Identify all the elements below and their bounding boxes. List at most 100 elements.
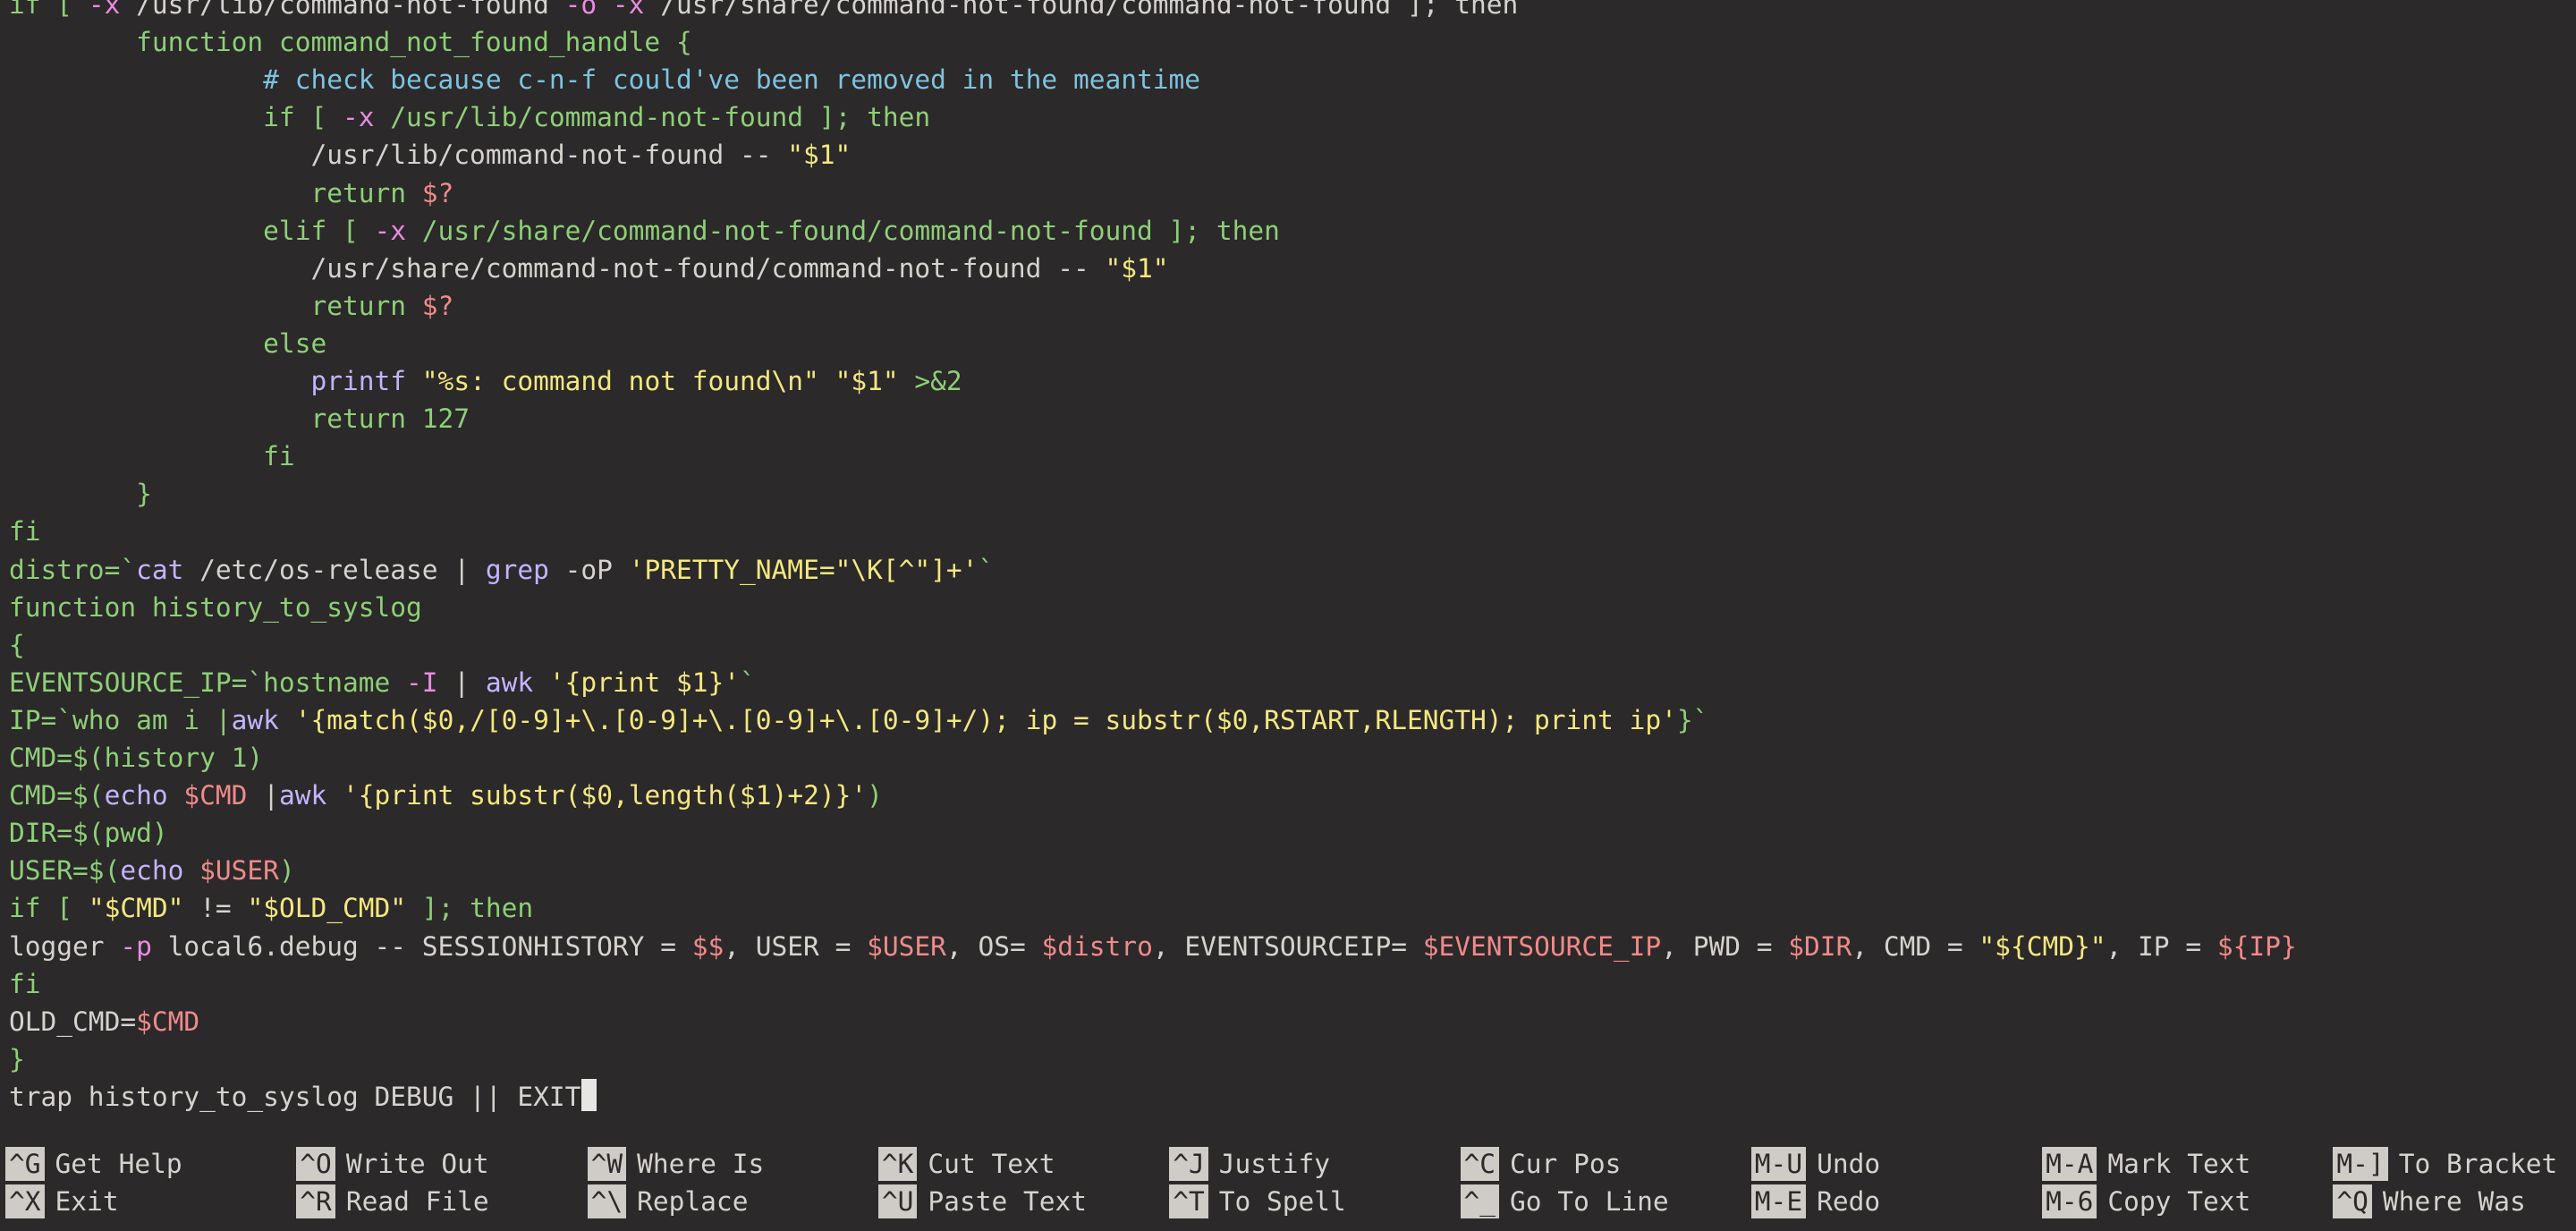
shortcut-item[interactable]: ^U Paste Text xyxy=(873,1183,1087,1220)
code-token: local6.debug -- SESSIONHISTORY = xyxy=(151,930,692,962)
shortcut-label: Mark Text xyxy=(2107,1149,2251,1179)
code-line[interactable]: return $? xyxy=(9,287,453,325)
code-token: if [ xyxy=(9,102,343,133)
shortcut-key: ^C xyxy=(1460,1147,1500,1181)
code-line[interactable]: function history_to_syslog xyxy=(9,589,422,626)
code-token: OLD_CMD= xyxy=(9,1006,137,1037)
code-line[interactable]: fi xyxy=(9,965,41,1003)
code-line[interactable]: function command_not_found_handle { xyxy=(9,23,692,61)
code-token: , OS= xyxy=(945,930,1042,962)
shortcut-label: Redo xyxy=(1817,1186,1881,1217)
shortcut-key: ^_ xyxy=(1460,1184,1500,1218)
code-line[interactable]: fi xyxy=(9,437,295,475)
shortcut-item[interactable]: ^T To Spell xyxy=(1164,1183,1346,1220)
code-token: , IP = xyxy=(2106,930,2217,962)
code-line[interactable]: DIR=$(pwd) xyxy=(9,814,168,852)
shortcut-item[interactable]: ^J Justify xyxy=(1164,1145,1330,1183)
code-token: logger xyxy=(9,930,121,962)
code-line[interactable]: { xyxy=(9,626,25,664)
code-line[interactable]: CMD=$(echo $CMD |awk '{print substr($0,l… xyxy=(9,777,883,814)
code-line[interactable]: USER=$(echo $USER) xyxy=(9,852,295,889)
code-line[interactable]: if [ -x /usr/lib/command-not-found ]; th… xyxy=(9,98,930,136)
shortcut-item[interactable]: ^K Cut Text xyxy=(873,1145,1055,1183)
code-token: grep xyxy=(485,554,549,585)
code-line[interactable]: logger -p local6.debug -- SESSIONHISTORY… xyxy=(9,928,2297,965)
code-line[interactable]: return $? xyxy=(9,174,453,212)
code-token: fi xyxy=(9,441,295,472)
editor-text-area[interactable]: if [ -x /usr/lib/command-not-found -o -x… xyxy=(0,0,2576,1118)
code-token: "$1" xyxy=(1105,252,1169,284)
code-token: '{match($0,/[0-9]+\.[0-9]+\.[0-9]+\.[0-9… xyxy=(294,704,1677,735)
code-token: /usr/lib/command-not-found -- xyxy=(9,140,788,171)
code-line[interactable]: } xyxy=(9,475,152,513)
shortcut-bar: ^G Get Help ^X Exit ^O Write Out ^R Read File ^W… xyxy=(0,1145,2576,1224)
code-token: USER=$( xyxy=(9,855,121,887)
code-line[interactable]: distro=`cat /etc/os-release | grep -oP '… xyxy=(9,551,994,589)
shortcut-item[interactable]: M-U Undo xyxy=(1746,1145,1880,1183)
code-token: if [ xyxy=(9,0,89,20)
shortcut-key: ^O xyxy=(296,1147,335,1181)
shortcut-item[interactable]: ^Q Where Was xyxy=(2327,1183,2526,1220)
code-line[interactable]: /usr/lib/command-not-found -- "$1" xyxy=(9,136,851,174)
code-token: return xyxy=(9,290,422,321)
shortcut-key: M-U xyxy=(1750,1147,1807,1181)
code-line[interactable]: IP=`who am i |awk '{match($0,/[0-9]+\.[0… xyxy=(9,701,1708,739)
code-token: CMD=$( xyxy=(9,780,105,811)
shortcut-item[interactable]: ^_ Go To Line xyxy=(1455,1183,1669,1220)
code-line[interactable]: CMD=$(history 1) xyxy=(9,739,263,777)
shortcut-item[interactable]: ^G Get Help xyxy=(0,1145,182,1183)
shortcut-item[interactable]: ^R Read File xyxy=(291,1183,489,1220)
code-token: "$1" xyxy=(787,140,852,171)
code-token: awk xyxy=(278,780,327,811)
shortcut-label: Copy Text xyxy=(2107,1186,2251,1217)
code-token: /usr/lib/command-not-found ]; then xyxy=(374,102,931,133)
shortcut-item[interactable]: M-A Mark Text xyxy=(2037,1145,2250,1183)
shortcut-label: Justify xyxy=(1218,1149,1331,1179)
code-line[interactable]: /usr/share/command-not-found/command-not… xyxy=(9,250,1169,287)
shortcut-item[interactable]: ^X Exit xyxy=(0,1183,119,1220)
shortcut-item[interactable]: ^\ Replace xyxy=(582,1183,748,1220)
code-line[interactable]: printf "%s: command not found\n" "$1" >&… xyxy=(9,362,962,400)
shortcut-label: Go To Line xyxy=(1510,1186,1669,1217)
code-token: ) xyxy=(867,780,883,811)
code-token: -x xyxy=(374,215,407,246)
code-token: , CMD = xyxy=(1852,930,1979,962)
code-token: return xyxy=(9,177,422,208)
code-line[interactable]: OLD_CMD=$CMD xyxy=(9,1003,199,1040)
code-token: if [ xyxy=(9,893,89,924)
code-token: printf xyxy=(310,366,407,396)
code-line[interactable]: elif [ -x /usr/share/command-not-found/c… xyxy=(9,212,1280,250)
code-token: >&2 xyxy=(914,366,962,396)
shortcut-item[interactable]: ^W Where Is xyxy=(582,1145,764,1183)
shortcut-item[interactable]: ^C Cur Pos xyxy=(1455,1145,1621,1183)
code-token: $DIR xyxy=(1788,930,1852,962)
shortcut-item[interactable]: M-E Redo xyxy=(1746,1183,1880,1220)
code-line[interactable]: # check because c-n-f could've been remo… xyxy=(9,61,1200,98)
shortcut-item[interactable]: M-] To Bracket xyxy=(2327,1145,2557,1183)
code-line[interactable]: else xyxy=(9,325,326,362)
code-line[interactable]: fi xyxy=(9,513,41,550)
shortcut-label: Cut Text xyxy=(928,1149,1055,1179)
shortcut-item[interactable]: M-6 Copy Text xyxy=(2037,1183,2250,1220)
code-token: | xyxy=(247,780,279,811)
code-token: -oP xyxy=(548,554,629,585)
code-line[interactable]: trap history_to_syslog DEBUG || EXIT xyxy=(9,1078,597,1116)
code-token: cat xyxy=(136,554,184,585)
code-token: $? xyxy=(421,290,454,321)
code-token: awk xyxy=(485,666,534,698)
code-token: IP=`who am i | xyxy=(9,704,232,735)
shortcut-label: Exit xyxy=(55,1186,119,1217)
code-line[interactable]: EVENTSOURCE_IP=`hostname -I | awk '{prin… xyxy=(9,664,756,701)
code-line[interactable]: if [ -x /usr/lib/command-not-found -o -x… xyxy=(9,0,1518,23)
code-token: '{print substr($0,length($1)+2)}' xyxy=(343,780,868,811)
code-token: ${IP} xyxy=(2216,930,2297,962)
shortcut-key: ^Q xyxy=(2333,1184,2372,1218)
code-line[interactable]: } xyxy=(9,1040,25,1078)
code-token: DIR=$(pwd) xyxy=(9,818,168,849)
code-line[interactable]: return 127 xyxy=(9,400,470,437)
code-line[interactable]: if [ "$CMD" != "$OLD_CMD" ]; then xyxy=(9,889,533,927)
shortcut-item[interactable]: ^O Write Out xyxy=(291,1145,489,1183)
code-token: , PWD = xyxy=(1661,930,1789,962)
code-token: fi xyxy=(9,516,41,548)
